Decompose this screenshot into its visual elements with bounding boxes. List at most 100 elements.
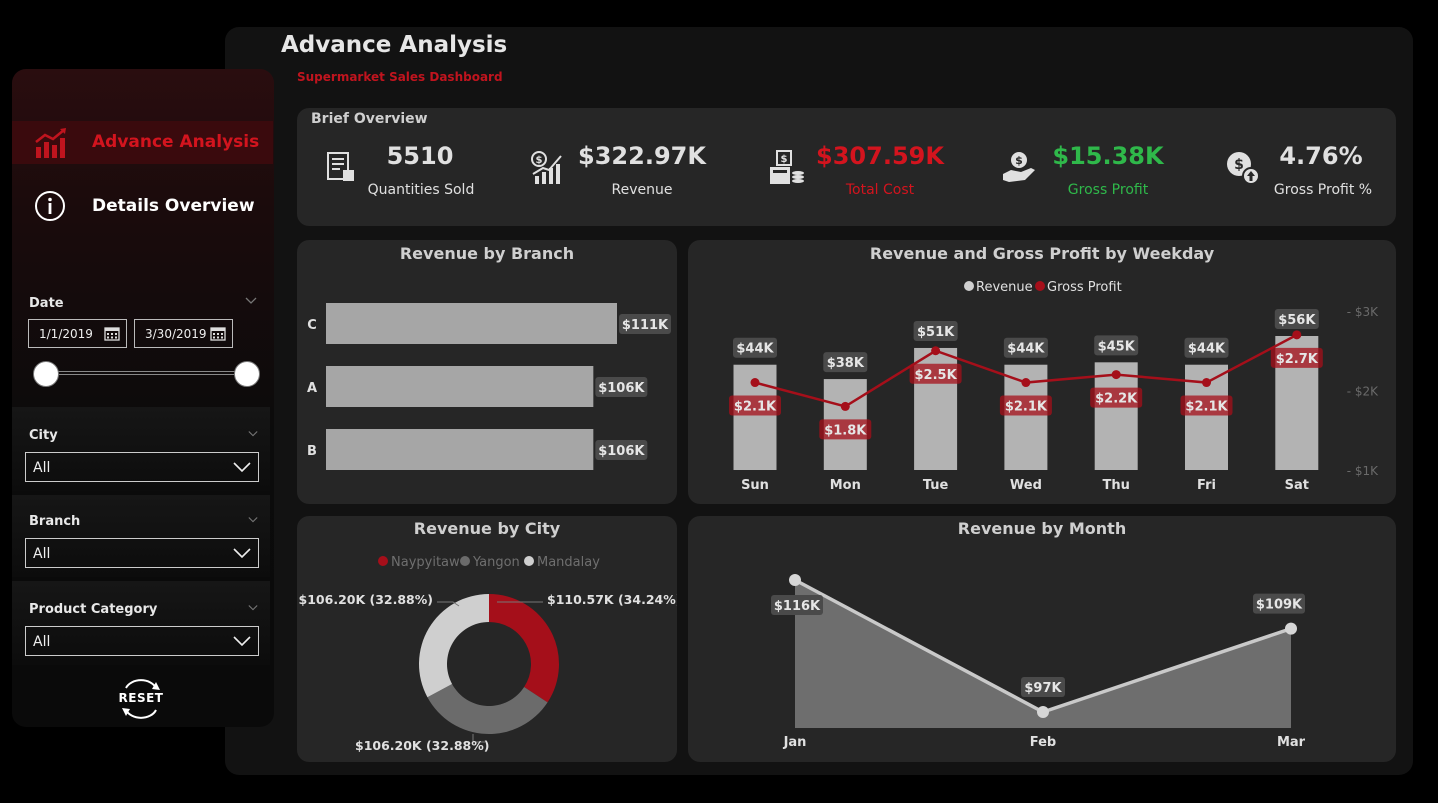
svg-text:$: $ <box>1015 154 1023 167</box>
date-start-input[interactable]: 1/1/2019 <box>28 319 127 348</box>
branch-bar <box>326 429 594 470</box>
legend-marker-revenue <box>964 281 974 291</box>
revenue-by-city-card: Revenue by City Naypyitaw Yangon Mandalay $… <box>297 516 677 762</box>
gross-profit-label: $1.8K <box>824 423 867 438</box>
branch-data-label: $111K <box>622 318 669 333</box>
kpi-value: $322.97K <box>578 142 706 170</box>
kpi-label: Total Cost <box>845 182 915 198</box>
gross-profit-point <box>840 401 850 411</box>
legend-marker <box>524 556 534 566</box>
city-filter: City All <box>12 407 270 491</box>
city-dropdown[interactable]: All <box>25 452 259 482</box>
month-axis-label: Jan <box>783 735 807 750</box>
donut-slice <box>427 683 548 734</box>
branch-axis-label: B <box>307 444 317 459</box>
secondary-axis-tick: - $1K <box>1347 464 1379 478</box>
weekday-revenue-label: $44K <box>1007 342 1045 357</box>
date-filter-label: Date <box>29 296 64 311</box>
city-dropdown-value: All <box>33 460 51 476</box>
branch-dropdown-value: All <box>33 546 51 562</box>
bar-chart-trend-icon <box>35 128 66 158</box>
branch-filter-label: Branch <box>29 514 81 529</box>
legend-marker <box>378 556 388 566</box>
page-title: Advance Analysis <box>281 32 508 58</box>
chevron-down-icon[interactable] <box>248 429 258 439</box>
chevron-down-icon[interactable] <box>245 297 257 305</box>
donut-data-label: $110.57K (34.24%) <box>547 592 677 607</box>
legend-marker <box>460 556 470 566</box>
weekday-revenue-label: $51K <box>917 325 955 340</box>
receipt-icon <box>327 152 354 181</box>
city-donut-chart: Naypyitaw Yangon Mandalay $110.57K (34.24%)… <box>299 555 677 753</box>
branch-bar-chart: C $111K A $106K B $106K <box>307 303 671 470</box>
branch-axis-label: A <box>307 381 317 396</box>
weekday-card: Revenue and Gross Profit by Weekday Reve… <box>688 240 1396 504</box>
weekday-axis-label: Wed <box>1010 478 1042 493</box>
nav-details-overview[interactable]: Details Overview <box>12 185 273 228</box>
kpi-label: Quantities Sold <box>367 182 475 198</box>
kpi-quantities-sold: 5510 Quantities Sold <box>323 138 483 208</box>
chevron-down-icon[interactable] <box>248 515 258 525</box>
kpi-value: $15.38K <box>1052 142 1164 170</box>
gross-profit-label: $2.1K <box>1005 400 1048 415</box>
date-start-value: 1/1/2019 <box>39 327 93 341</box>
gross-profit-point <box>1292 330 1302 340</box>
kpi-value: 5510 <box>386 142 454 170</box>
month-area-chart: Jan Feb Mar $116K $97K $109K <box>771 574 1306 750</box>
month-axis-label: Mar <box>1277 735 1306 750</box>
kpi-label: Gross Profit % <box>1273 182 1373 198</box>
weekday-revenue-label: $45K <box>1098 339 1136 354</box>
product-category-filter: Product Category All <box>12 581 270 665</box>
gross-profit-point <box>1202 378 1211 388</box>
branch-data-label: $106K <box>598 444 645 459</box>
branch-bar <box>326 303 617 344</box>
calendar-icon[interactable] <box>210 326 226 341</box>
branch-data-label: $106K <box>598 381 645 396</box>
sidebar: Advance Analysis Details Overview Date 1… <box>12 69 274 727</box>
weekday-revenue-label: $38K <box>827 356 865 371</box>
legend-label: Yangon <box>472 555 520 570</box>
chevron-down-icon <box>233 548 251 559</box>
branch-filter: Branch All <box>12 495 270 577</box>
legend-label: Mandalay <box>537 555 600 570</box>
nav-label: Details Overview <box>92 196 255 216</box>
legend-label-gross-profit: Gross Profit <box>1047 280 1122 295</box>
gross-profit-label: $2.5K <box>915 368 958 383</box>
branch-bar <box>326 366 594 407</box>
weekday-revenue-label: $56K <box>1278 313 1316 328</box>
date-range-track[interactable] <box>46 371 248 375</box>
legend-label: Naypyitaw <box>391 555 460 570</box>
cost-calculator-icon: $ <box>770 150 804 184</box>
product-category-dropdown[interactable]: All <box>25 626 259 656</box>
kpi-gross-profit-pct: $ 4.76% Gross Profit % <box>1225 138 1385 208</box>
chevron-down-icon <box>233 636 251 647</box>
calendar-icon[interactable] <box>104 326 120 341</box>
gross-profit-point <box>931 346 941 356</box>
donut-data-label: $106.20K (32.88%) <box>299 592 433 607</box>
date-range-end-handle[interactable] <box>234 361 260 387</box>
nav-advance-analysis[interactable]: Advance Analysis <box>12 121 273 164</box>
chevron-down-icon <box>233 462 251 473</box>
weekday-revenue-label: $44K <box>736 342 774 357</box>
kpi-gross-profit: $ $15.38K Gross Profit <box>1001 138 1171 208</box>
weekday-combo-chart: Revenue Gross Profit - $3K - $2K - $1K $44K Su… <box>729 280 1379 493</box>
date-end-input[interactable]: 3/30/2019 <box>134 319 233 348</box>
month-data-label: $116K <box>774 599 821 614</box>
product-category-filter-label: Product Category <box>29 602 158 617</box>
kpi-revenue: $ $322.97K Revenue <box>529 138 709 208</box>
branch-dropdown[interactable]: All <box>25 538 259 568</box>
month-axis-label: Feb <box>1030 735 1056 750</box>
revenue-by-month-card: Revenue by Month Jan Feb Mar $116K $97K $109K <box>688 516 1396 762</box>
reset-button[interactable]: RESET <box>116 676 166 722</box>
secondary-axis-tick: - $2K <box>1347 385 1379 399</box>
donut-slice <box>489 594 559 703</box>
gross-profit-point <box>1111 370 1121 380</box>
gross-profit-point <box>1021 378 1031 388</box>
month-point <box>1285 622 1297 635</box>
date-range-start-handle[interactable] <box>33 361 59 387</box>
gross-profit-label: $2.1K <box>1185 400 1228 415</box>
weekday-axis-label: Sun <box>741 478 769 493</box>
chevron-down-icon[interactable] <box>248 603 258 613</box>
product-category-dropdown-value: All <box>33 634 51 650</box>
revenue-growth-icon: $ <box>531 151 562 184</box>
